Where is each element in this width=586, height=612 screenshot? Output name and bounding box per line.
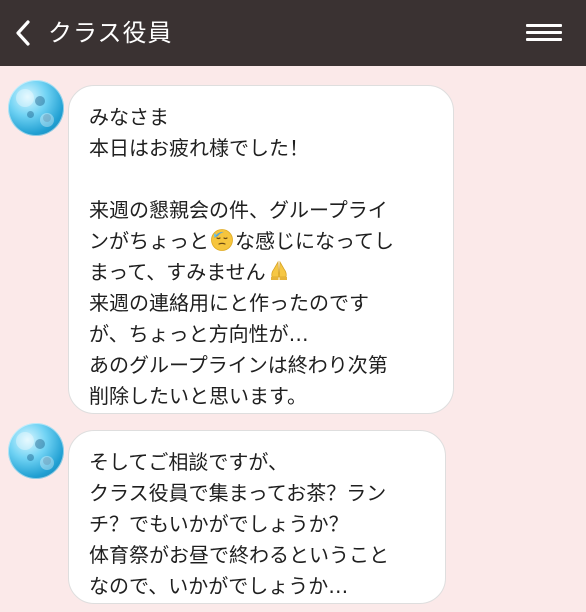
- hamburger-menu-icon-line: [526, 31, 562, 34]
- message-text: クラス役員で集まってお茶？ラン: [89, 481, 387, 505]
- message-text: 削除したいと思います。: [89, 384, 307, 408]
- message-line: あのグループラインは終わり次第: [89, 350, 433, 381]
- message-text: 来週の連絡用にと作ったのです: [89, 291, 369, 315]
- message-text: な感じになってし: [235, 229, 394, 253]
- message-line: 来週の連絡用にと作ったのです: [89, 288, 433, 319]
- avatar-decoration: [35, 439, 45, 449]
- message-line: ンがちょっと な感じになってし: [89, 226, 433, 257]
- message-line: なので、いかがでしょうか…: [89, 571, 425, 602]
- back-button[interactable]: [12, 18, 36, 48]
- message-line: みなさま: [89, 102, 433, 133]
- hamburger-menu-icon-line: [526, 24, 562, 27]
- sweat-face-icon: [211, 229, 233, 251]
- message-line: 体育祭がお昼で終わるということ: [89, 540, 425, 571]
- message-text: 本日はお疲れ様でした！: [89, 136, 309, 160]
- avatar-decoration: [27, 111, 34, 118]
- avatar-decoration: [43, 114, 51, 122]
- message-text: なので、いかがでしょうか…: [89, 574, 349, 598]
- hamburger-menu-icon-line: [526, 38, 562, 41]
- message-text: チ？でもいかがでしょうか？: [89, 512, 349, 536]
- message-bubble[interactable]: そしてご相談ですが、クラス役員で集まってお茶？ラン チ？でもいかがでしょうか？ 体育…: [68, 430, 446, 604]
- menu-button[interactable]: [526, 21, 562, 45]
- message-line: 削除したいと思います。: [89, 381, 433, 412]
- app-header: クラス役員: [0, 0, 586, 66]
- message-text: まって、すみません: [89, 260, 266, 284]
- message-line: [89, 164, 433, 195]
- message-line: が、ちょっと方向性が…: [89, 319, 433, 350]
- avatar-decoration: [43, 457, 51, 465]
- sender-avatar[interactable]: [8, 423, 64, 479]
- message-line: クラス役員で集まってお茶？ラン: [89, 478, 425, 509]
- folded-hands-icon: [270, 260, 287, 280]
- message-line: そしてご相談ですが、: [89, 447, 425, 478]
- message-line: 本日はお疲れ様でした！: [89, 133, 433, 164]
- message-line: まって、すみません: [89, 257, 433, 288]
- message-line: チ？でもいかがでしょうか？: [89, 509, 425, 540]
- sender-avatar[interactable]: [8, 80, 64, 136]
- message-text: あのグループラインは終わり次第: [89, 353, 388, 377]
- message-text: が、ちょっと方向性が…: [89, 322, 309, 346]
- message-line: 来週の懇親会の件、グループライ: [89, 195, 433, 226]
- avatar-decoration: [27, 454, 34, 461]
- message-text: みなさま: [89, 105, 169, 129]
- message-bubble[interactable]: みなさま本日はお疲れ様でした！ 来週の懇親会の件、グループライ ンがちょっと な感じに…: [68, 85, 454, 414]
- chevron-left-icon: [16, 20, 30, 46]
- message-text: そしてご相談ですが、: [89, 450, 288, 474]
- avatar-decoration: [35, 96, 45, 106]
- message-text: 体育祭がお昼で終わるということ: [89, 543, 389, 567]
- chat-title: クラス役員: [48, 19, 173, 47]
- message-text: ンがちょっと: [89, 229, 209, 253]
- message-text: 来週の懇親会の件、グループライ: [89, 198, 388, 222]
